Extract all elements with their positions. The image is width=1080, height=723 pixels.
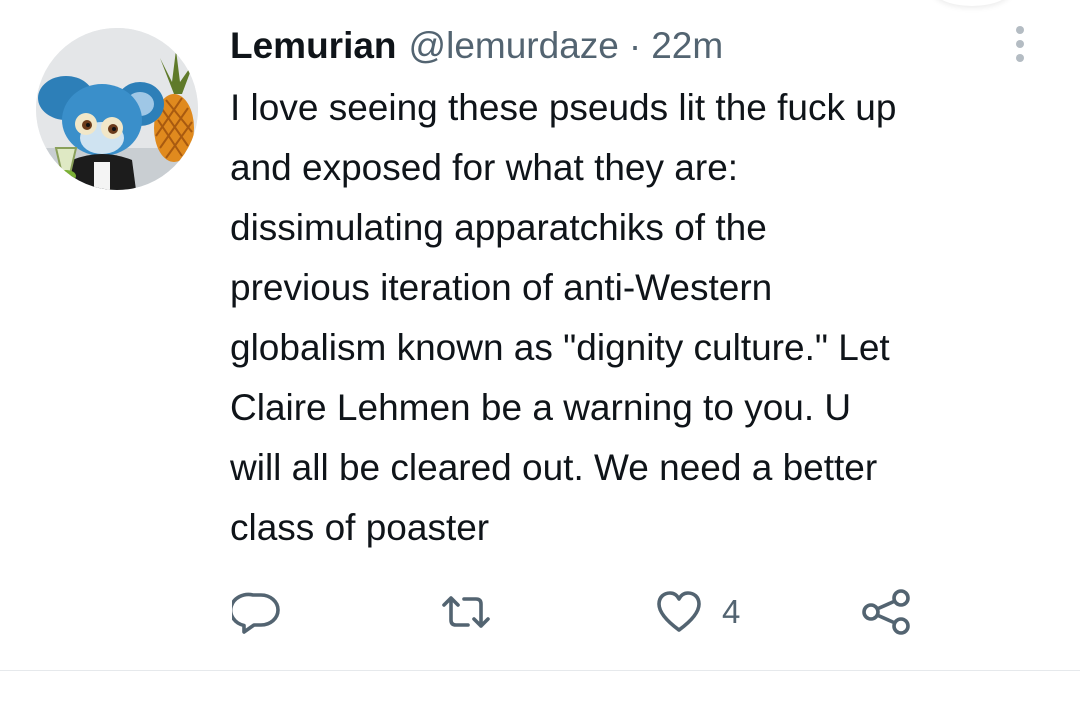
tweet-header: Lemurian @lemurdaze · 22m xyxy=(230,22,723,70)
reply-icon xyxy=(232,592,280,634)
retweet-icon xyxy=(442,596,490,628)
tweet-text-line: Claire Lehmen be a warning to you. U xyxy=(230,387,852,428)
tweet-text-line: and exposed for what they are: xyxy=(230,147,739,188)
share-icon xyxy=(862,589,910,635)
like-count: 4 xyxy=(722,593,741,630)
tweet-text-line: class of poaster xyxy=(230,507,490,548)
heart-icon xyxy=(657,591,701,632)
avatar-image xyxy=(36,28,198,190)
reply-button[interactable] xyxy=(232,586,282,638)
avatar[interactable] xyxy=(36,28,198,190)
separator-dot: · xyxy=(628,25,642,66)
tweet-text-line: dissimulating apparatchiks of the xyxy=(230,207,767,248)
display-name[interactable]: Lemurian xyxy=(230,22,397,70)
share-button[interactable] xyxy=(860,586,914,638)
timestamp[interactable]: 22m xyxy=(651,22,723,70)
retweet-button[interactable] xyxy=(438,586,494,638)
tweet-text-line: globalism known as "dignity culture." Le… xyxy=(230,327,890,368)
more-vertical-icon[interactable] xyxy=(1000,20,1040,68)
tweet[interactable]: Lemurian @lemurdaze · 22m I love seeing … xyxy=(0,0,1080,671)
like-button[interactable]: 4 xyxy=(654,586,740,638)
user-handle[interactable]: @lemurdaze xyxy=(409,22,619,70)
tweet-text-line: will all be cleared out. We need a bette… xyxy=(230,447,878,488)
tweet-text: I love seeing these pseuds lit the fuck … xyxy=(230,78,1060,558)
tweet-actions: 4 xyxy=(232,586,952,638)
tweet-text-line: I love seeing these pseuds lit the fuck … xyxy=(230,87,897,128)
tweet-text-line: previous iteration of anti-Western xyxy=(230,267,773,308)
